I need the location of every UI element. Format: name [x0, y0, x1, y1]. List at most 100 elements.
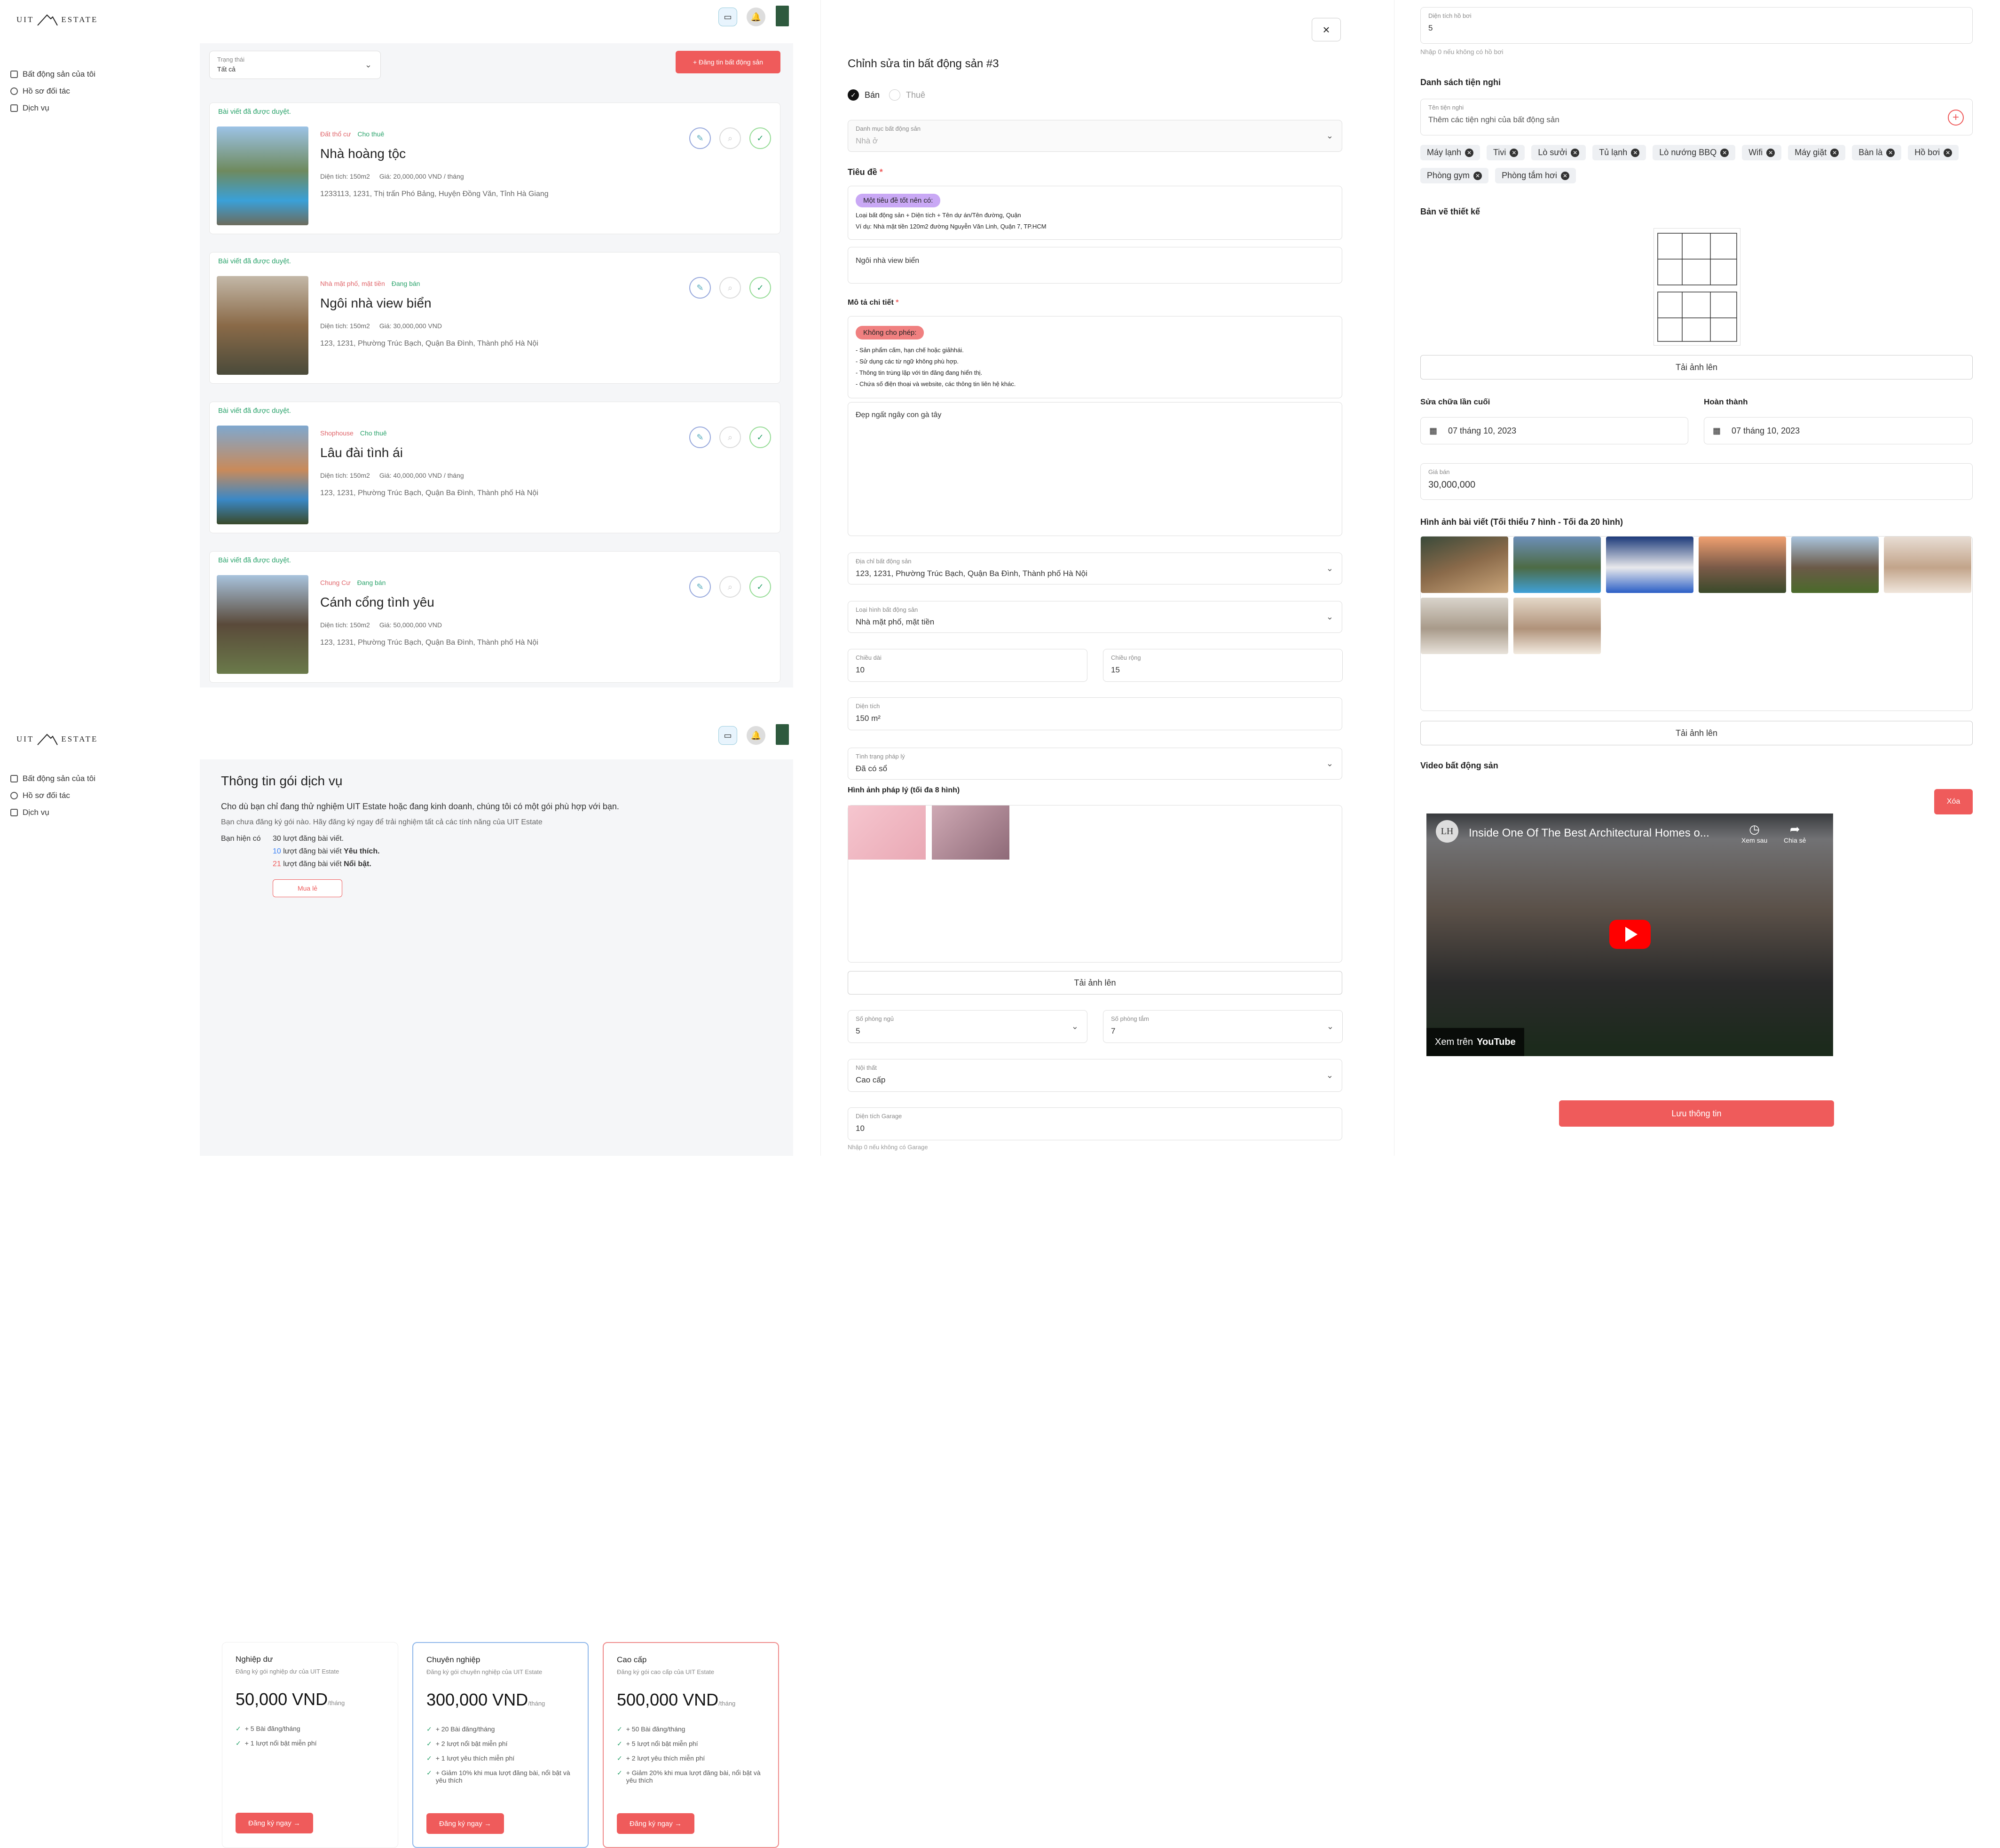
remove-chip-icon[interactable]: ✕ — [1944, 148, 1953, 157]
remove-chip-icon[interactable]: ✕ — [1631, 148, 1640, 157]
address-select[interactable]: Địa chỉ bất động sản 123, 1231, Phường Tr… — [848, 553, 1342, 584]
brand-logo[interactable]: UIT ESTATE — [16, 733, 98, 746]
post-image[interactable] — [1513, 537, 1601, 593]
bell-icon[interactable]: 🔔 — [747, 8, 765, 26]
category-select[interactable]: Danh mục bất động sản Nhà ở ⌄ — [848, 120, 1342, 152]
post-image[interactable] — [1884, 537, 1971, 593]
post-image[interactable] — [1421, 598, 1508, 654]
edit-icon[interactable]: ✎ — [689, 576, 711, 598]
amenity-chip[interactable]: Tivi ✕ — [1487, 145, 1525, 160]
upload-legal-button[interactable]: Tải ảnh lên — [848, 971, 1342, 995]
watch-on-youtube[interactable]: Xem trên YouTube — [1426, 1028, 1524, 1056]
property-card[interactable]: Bài viết đã được duyệt. Nhà mặt phố, mặt… — [209, 252, 780, 384]
amenity-chip[interactable]: Máy giặt ✕ — [1788, 145, 1846, 160]
view-icon[interactable]: ⌕ — [719, 277, 741, 299]
pool-input[interactable]: Diện tích hồ bơi 5 — [1420, 7, 1973, 44]
check-circle-icon[interactable]: ✓ — [749, 426, 771, 448]
add-amenity-icon[interactable]: + — [1948, 110, 1964, 126]
width-input[interactable]: Chiều rộng 15 — [1103, 649, 1343, 682]
post-image[interactable] — [1421, 537, 1508, 593]
amenity-chip[interactable]: Tủ lạnh ✕ — [1592, 145, 1646, 160]
avatar[interactable] — [776, 6, 789, 26]
area-input[interactable]: Diện tích 150 m² — [848, 697, 1342, 730]
property-title[interactable]: Nhà hoàng tộc — [320, 146, 406, 161]
status-filter[interactable]: Trạng thái Tất cả ⌄ — [209, 51, 381, 79]
avatar[interactable] — [776, 724, 789, 745]
sidebar-item-my-properties[interactable]: Bất động sản của tôi — [10, 774, 95, 783]
subscribe-button[interactable]: Đăng ký ngay → — [426, 1813, 504, 1834]
property-card[interactable]: Bài viết đã được duyệt. Đất thổ cư Cho th… — [209, 103, 780, 234]
delete-video-button[interactable]: Xóa — [1934, 789, 1973, 814]
amenity-chip[interactable]: Bàn là ✕ — [1852, 145, 1902, 160]
last-repair-date[interactable]: ▦ 07 tháng 10, 2023 — [1420, 417, 1688, 444]
sidebar-item-services[interactable]: Dịch vụ — [10, 103, 49, 113]
property-title[interactable]: Lâu đài tình ái — [320, 445, 403, 460]
amenity-input[interactable]: Tên tiện nghi Thêm các tiện nghi của bất… — [1420, 99, 1973, 135]
play-icon[interactable] — [1609, 920, 1651, 949]
bell-icon[interactable]: 🔔 — [747, 726, 765, 745]
chat-icon[interactable]: ▭ — [718, 726, 737, 745]
check-circle-icon[interactable]: ✓ — [749, 127, 771, 149]
edit-icon[interactable]: ✎ — [689, 127, 711, 149]
furniture-select[interactable]: Nội thất Cao cấp ⌄ — [848, 1059, 1342, 1092]
subscribe-button[interactable]: Đăng ký ngay → — [617, 1813, 694, 1834]
amenity-chip[interactable]: Hồ bơi ✕ — [1908, 145, 1959, 160]
type-select[interactable]: Loại hình bất động sản Nhà mặt phố, mặt t… — [848, 601, 1342, 633]
edit-icon[interactable]: ✎ — [689, 426, 711, 448]
amenity-chip[interactable]: Phòng gym ✕ — [1420, 168, 1489, 183]
legal-image[interactable] — [848, 806, 926, 860]
bathroom-select[interactable]: Số phòng tắm 7 ⌄ — [1103, 1010, 1343, 1043]
video-player[interactable]: LH Inside One Of The Best Architectural … — [1426, 813, 1833, 1056]
property-thumbnail[interactable] — [217, 126, 308, 225]
view-icon[interactable]: ⌕ — [719, 426, 741, 448]
post-image[interactable] — [1513, 598, 1601, 654]
subscribe-button[interactable]: Đăng ký ngay → — [236, 1813, 313, 1833]
watch-later-button[interactable]: ◷ Xem sau — [1741, 822, 1767, 844]
property-thumbnail[interactable] — [217, 276, 308, 375]
save-button[interactable]: Lưu thông tin — [1559, 1100, 1834, 1127]
chat-icon[interactable]: ▭ — [718, 8, 737, 26]
remove-chip-icon[interactable]: ✕ — [1886, 148, 1895, 157]
property-title[interactable]: Cánh cổng tình yêu — [320, 595, 434, 610]
rent-radio[interactable]: Thuê — [889, 89, 925, 101]
sidebar-item-services[interactable]: Dịch vụ — [10, 808, 49, 817]
property-card[interactable]: Bài viết đã được duyệt. Shophouse Cho thu… — [209, 402, 780, 533]
remove-chip-icon[interactable]: ✕ — [1465, 148, 1474, 157]
check-circle-icon[interactable]: ✓ — [749, 576, 771, 598]
post-image[interactable] — [1606, 537, 1693, 593]
remove-chip-icon[interactable]: ✕ — [1830, 148, 1839, 157]
amenity-chip[interactable]: Phòng tắm hơi ✕ — [1495, 168, 1576, 183]
post-property-button[interactable]: + Đăng tin bất động sản — [676, 51, 780, 73]
share-button[interactable]: ➦ Chia sẻ — [1784, 822, 1806, 844]
sidebar-item-partner-profile[interactable]: Hồ sơ đối tác — [10, 791, 70, 800]
upload-images-button[interactable]: Tải ảnh lên — [1420, 721, 1973, 745]
floor-plan-image[interactable] — [1654, 228, 1740, 346]
amenity-chip[interactable]: Wifi ✕ — [1742, 145, 1782, 160]
garage-input[interactable]: Diện tích Garage 10 — [848, 1107, 1342, 1140]
remove-chip-icon[interactable]: ✕ — [1571, 148, 1580, 157]
post-image[interactable] — [1699, 537, 1786, 593]
completed-date[interactable]: ▦ 07 tháng 10, 2023 — [1704, 417, 1973, 444]
remove-chip-icon[interactable]: ✕ — [1560, 171, 1569, 180]
channel-avatar[interactable]: LH — [1436, 820, 1458, 843]
bedroom-select[interactable]: Số phòng ngủ 5 ⌄ — [848, 1010, 1087, 1043]
legal-image[interactable] — [932, 806, 1009, 860]
video-title[interactable]: Inside One Of The Best Architectural Hom… — [1469, 827, 1709, 840]
check-circle-icon[interactable]: ✓ — [749, 277, 771, 299]
brand-logo[interactable]: UIT ESTATE — [16, 13, 98, 26]
amenity-chip[interactable]: Máy lạnh ✕ — [1420, 145, 1480, 160]
close-icon[interactable]: × — [1312, 18, 1341, 41]
sell-radio[interactable]: ✓ Bán — [848, 89, 880, 101]
edit-icon[interactable]: ✎ — [689, 277, 711, 299]
remove-chip-icon[interactable]: ✕ — [1766, 148, 1775, 157]
legal-select[interactable]: Tình trạng pháp lý Đã có sổ ⌄ — [848, 748, 1342, 780]
length-input[interactable]: Chiều dài 10 — [848, 649, 1087, 682]
property-title[interactable]: Ngôi nhà view biển — [320, 296, 432, 311]
property-thumbnail[interactable] — [217, 426, 308, 524]
view-icon[interactable]: ⌕ — [719, 576, 741, 598]
remove-chip-icon[interactable]: ✕ — [1720, 148, 1729, 157]
upload-plan-button[interactable]: Tải ảnh lên — [1420, 355, 1973, 379]
sidebar-item-my-properties[interactable]: Bất động sản của tôi — [10, 70, 95, 79]
title-input[interactable]: Ngôi nhà view biển — [848, 247, 1342, 284]
remove-chip-icon[interactable]: ✕ — [1510, 148, 1519, 157]
